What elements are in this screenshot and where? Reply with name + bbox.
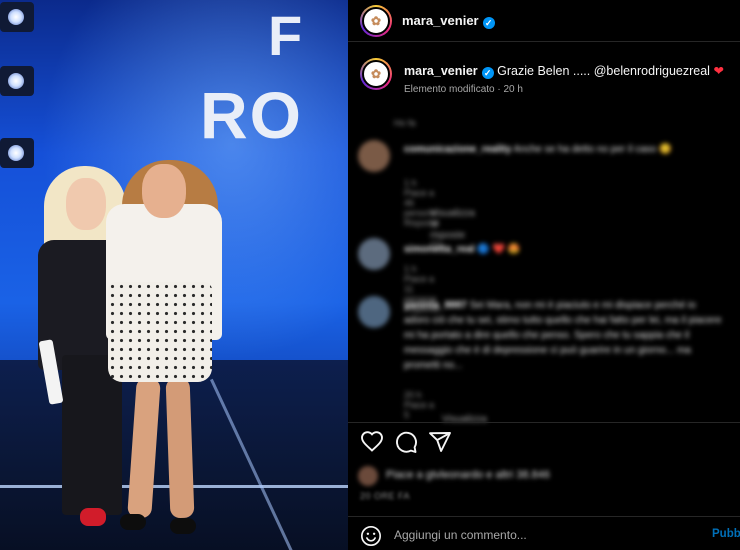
likes-row[interactable]: Piace a gtvleonardo e altri 38.846 xyxy=(358,466,728,486)
person-right-shoe xyxy=(120,514,146,530)
comment-text: comunicazione_reality Anche se ha detto … xyxy=(404,142,724,157)
spotlight-icon xyxy=(0,66,34,96)
post-caption: mara_venier ✓ Grazie Belen ..... @belenro… xyxy=(404,63,734,79)
studio-sign: RO xyxy=(200,78,303,152)
person-right-shoe xyxy=(170,518,196,534)
avatar-image: ✿ xyxy=(362,60,390,88)
add-comment-bar: Pubblica xyxy=(348,518,740,550)
spotlight-icon xyxy=(0,2,34,32)
studio-sign-top: F xyxy=(268,4,305,67)
caption-avatar[interactable]: ✿ xyxy=(360,58,392,90)
divider xyxy=(348,422,740,423)
view-replies-link[interactable]: Visualizza le risposte (154) xyxy=(442,414,487,422)
divider xyxy=(348,516,740,517)
post-time: 20 ORE FA xyxy=(360,491,411,501)
comment-meta: 20 h Piace a 5 persone Rispondi xyxy=(404,390,437,422)
verified-icon: ✓ xyxy=(482,17,495,29)
profile-avatar[interactable]: ✿ xyxy=(360,5,392,37)
caption-username[interactable]: mara_venier xyxy=(404,64,478,78)
person-right-leg xyxy=(165,377,195,519)
header-username[interactable]: mara_venier ✓ xyxy=(402,13,495,29)
emoji-icon[interactable] xyxy=(360,525,382,547)
comment-timestamp: Ho fa xyxy=(394,118,416,128)
avatar-image: ✿ xyxy=(362,7,390,35)
username-text: mara_venier xyxy=(402,13,479,28)
comment-user[interactable]: yaninta_8887 xyxy=(404,300,467,311)
share-icon[interactable] xyxy=(428,430,452,454)
person-left-face xyxy=(66,178,106,230)
heart-icon[interactable] xyxy=(360,430,384,454)
verified-icon: ✓ xyxy=(481,67,494,79)
post-header: ✿ mara_venier ✓ xyxy=(348,0,740,42)
heart-emoji: ❤ xyxy=(713,64,724,78)
post-photo[interactable]: F RO xyxy=(0,0,348,550)
comment-body: 🔵 ❤️ 😍 xyxy=(477,244,521,255)
comment-input[interactable] xyxy=(394,525,694,545)
comment-body: Anche se ha detto no per il caso 😊 xyxy=(513,144,672,155)
post-panel: ✿ mara_venier ✓ ✿ mara_venier ✓ Grazie Bel… xyxy=(348,0,740,550)
comment-avatar[interactable] xyxy=(358,238,390,270)
person-right-skirt xyxy=(108,282,212,382)
comments-list[interactable]: Ho fa comunicazione_reality Anche se ha … xyxy=(348,110,740,422)
comment-text: yaninta_8887 Sei Mara, non mi è piaciuto… xyxy=(404,298,724,373)
person-right-face xyxy=(142,164,186,218)
comment-user[interactable]: comunicazione_reality xyxy=(404,144,511,155)
comment-icon[interactable] xyxy=(394,430,418,454)
comment-avatar[interactable] xyxy=(358,140,390,172)
person-left-shoe xyxy=(80,508,106,526)
comment-user[interactable]: simonetta_real xyxy=(404,244,475,255)
post-comment-button[interactable]: Pubblica xyxy=(712,528,740,540)
comment-text: simonetta_real 🔵 ❤️ 😍 xyxy=(404,242,724,257)
caption-text: Grazie Belen ..... @belenrodriguezreal xyxy=(497,64,710,78)
liker-avatar xyxy=(358,466,378,486)
spotlight-icon xyxy=(0,138,34,168)
caption-meta: Elemento modificato · 20 h xyxy=(404,84,523,95)
likes-count: Piace a gtvleonardo e altri 38.846 xyxy=(386,469,550,481)
comment-avatar[interactable] xyxy=(358,296,390,328)
